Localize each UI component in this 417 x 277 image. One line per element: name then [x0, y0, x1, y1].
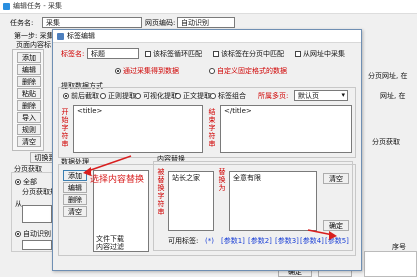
left-import-button[interactable]: 导入 — [17, 112, 41, 123]
paging-all-label: 全部 — [23, 178, 37, 186]
sequence-panel — [364, 251, 417, 277]
left-delete2-button[interactable]: 删除 — [17, 100, 41, 111]
left-add-button[interactable]: 添加 — [17, 52, 41, 63]
task-name-label: 任务名: — [10, 19, 34, 27]
encoding-select[interactable]: 自动识别 — [177, 17, 235, 28]
annotation-arrow-1 — [84, 155, 132, 173]
left-edit-button[interactable]: 编辑 — [17, 64, 41, 75]
annotation-arrowhead-1 — [83, 167, 91, 176]
annotation-arrows — [83, 155, 337, 240]
app-icon — [3, 3, 10, 10]
main-window-title: 编辑任务 - 采集 — [13, 2, 62, 10]
encoding-label: 网页编码: — [145, 19, 176, 27]
right-hint-2: 网址, 在 — [380, 92, 406, 100]
tag-edit-dialog: 标签编辑 标签名: 标题 该标签循环匹配 该标签在分页中匹配 从网址中采集 通过… — [52, 29, 362, 271]
left-delete-button[interactable]: 删除 — [17, 76, 41, 87]
paging-from-input[interactable] — [22, 205, 52, 223]
task-name-input[interactable]: 采集 — [42, 17, 142, 28]
step-label: 第一步: 采集 — [14, 32, 54, 40]
paging-auto-option[interactable]: 自动识别 — [15, 230, 51, 239]
right-hint-1: 分页网址, 在 — [368, 72, 408, 80]
main-title-bar: 编辑任务 - 采集 — [0, 0, 417, 14]
paging-from-label: 从 — [15, 200, 22, 208]
paging-auto-label: 自动识别 — [23, 230, 51, 238]
annotation-arrowhead-2 — [329, 231, 337, 240]
left-paste-button[interactable]: 粘贴 — [17, 88, 41, 99]
paging-all-option[interactable]: 全部 — [15, 178, 37, 187]
right-hint-3: 分页获取 — [372, 138, 400, 146]
left-clear-button[interactable]: 清空 — [17, 136, 41, 147]
paging-auto-input[interactable] — [22, 240, 52, 250]
left-rule-button[interactable]: 规则 — [17, 124, 41, 135]
